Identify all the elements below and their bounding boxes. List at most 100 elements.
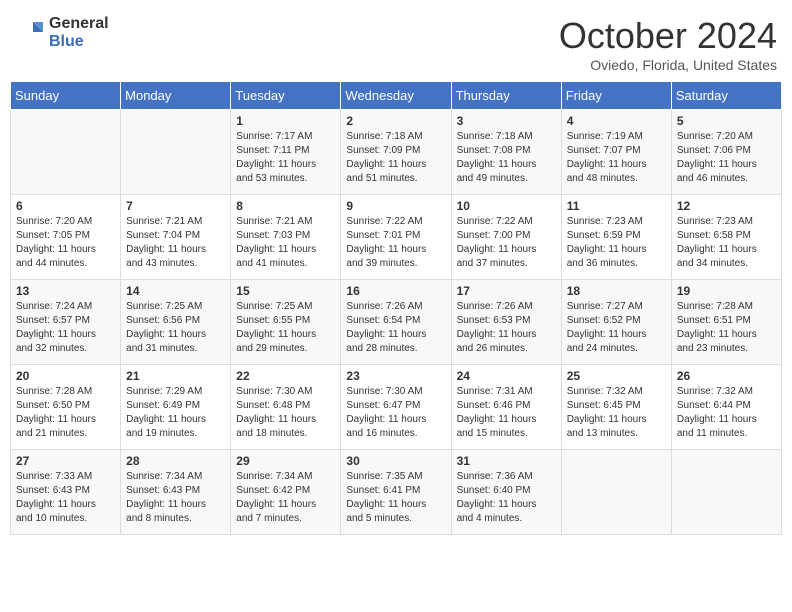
weekday-header: Tuesday [231, 82, 341, 110]
day-info: Sunrise: 7:34 AM Sunset: 6:43 PM Dayligh… [126, 470, 225, 526]
calendar-cell: 23Sunrise: 7:30 AM Sunset: 6:47 PM Dayli… [341, 365, 451, 450]
calendar-cell: 29 Sunrise: 7:34 AM Sunset: 6:42 PM Dayli… [231, 450, 341, 535]
day-info: Sunrise: 7:27 AM Sunset: 6:52 PM Dayligh… [567, 300, 666, 356]
day-number: 19 [677, 284, 776, 298]
weekday-header: Friday [561, 82, 671, 110]
calendar-cell: 9Sunrise: 7:22 AM Sunset: 7:01 PM Daylig… [341, 195, 451, 280]
day-info: Sunrise: 7:33 AM Sunset: 6:43 PM Dayligh… [16, 470, 115, 526]
calendar-cell: 26 Sunrise: 7:32 AM Sunset: 6:44 PM Dayli… [671, 365, 781, 450]
day-info: Sunrise: 7:36 AM Sunset: 6:40 PM Dayligh… [457, 470, 556, 526]
calendar-cell: 3 Sunrise: 7:18 AM Sunset: 7:08 PM Daylig… [451, 110, 561, 195]
day-info: Sunrise: 7:17 AM Sunset: 7:11 PM Dayligh… [236, 130, 335, 186]
day-info: Sunrise: 7:25 AM Sunset: 6:56 PM Dayligh… [126, 300, 225, 356]
calendar-table: SundayMondayTuesdayWednesdayThursdayFrid… [10, 81, 782, 535]
day-number: 28 [126, 454, 225, 468]
day-info: Sunrise: 7:31 AM Sunset: 6:46 PM Dayligh… [457, 385, 556, 441]
calendar-cell: 19 Sunrise: 7:28 AM Sunset: 6:51 PM Dayli… [671, 280, 781, 365]
day-info: Sunrise: 7:26 AM Sunset: 6:54 PM Dayligh… [346, 300, 445, 356]
day-number: 25 [567, 369, 666, 383]
calendar-cell: 31 Sunrise: 7:36 AM Sunset: 6:40 PM Dayli… [451, 450, 561, 535]
calendar-week-row: 27 Sunrise: 7:33 AM Sunset: 6:43 PM Dayli… [11, 450, 782, 535]
calendar-cell: 17 Sunrise: 7:26 AM Sunset: 6:53 PM Dayli… [451, 280, 561, 365]
location: Oviedo, Florida, United States [559, 57, 777, 73]
day-info: Sunrise: 7:35 AM Sunset: 6:41 PM Dayligh… [346, 470, 445, 526]
day-info: Sunrise: 7:18 AM Sunset: 7:09 PM Dayligh… [346, 130, 445, 186]
day-number: 6 [16, 199, 115, 213]
day-number: 11 [567, 199, 666, 213]
calendar-cell: 27 Sunrise: 7:33 AM Sunset: 6:43 PM Dayli… [11, 450, 121, 535]
logo-text: General Blue [49, 15, 109, 50]
day-info: Sunrise: 7:32 AM Sunset: 6:44 PM Dayligh… [677, 385, 776, 441]
day-number: 27 [16, 454, 115, 468]
day-number: 16 [346, 284, 445, 298]
logo-general-text: General [49, 15, 109, 33]
day-info: Sunrise: 7:26 AM Sunset: 6:53 PM Dayligh… [457, 300, 556, 356]
day-info: Sunrise: 7:21 AM Sunset: 7:04 PM Dayligh… [126, 215, 225, 271]
day-number: 29 [236, 454, 335, 468]
day-number: 3 [457, 114, 556, 128]
weekday-header: Wednesday [341, 82, 451, 110]
calendar-cell: 11 Sunrise: 7:23 AM Sunset: 6:59 PM Dayli… [561, 195, 671, 280]
day-info: Sunrise: 7:23 AM Sunset: 6:59 PM Dayligh… [567, 215, 666, 271]
calendar-cell [121, 110, 231, 195]
day-info: Sunrise: 7:20 AM Sunset: 7:06 PM Dayligh… [677, 130, 776, 186]
weekday-header: Saturday [671, 82, 781, 110]
calendar-cell: 28 Sunrise: 7:34 AM Sunset: 6:43 PM Dayli… [121, 450, 231, 535]
calendar-cell: 14Sunrise: 7:25 AM Sunset: 6:56 PM Dayli… [121, 280, 231, 365]
day-number: 13 [16, 284, 115, 298]
calendar-cell: 12Sunrise: 7:23 AM Sunset: 6:58 PM Dayli… [671, 195, 781, 280]
calendar-cell: 25 Sunrise: 7:32 AM Sunset: 6:45 PM Dayli… [561, 365, 671, 450]
calendar-cell: 1Sunrise: 7:17 AM Sunset: 7:11 PM Daylig… [231, 110, 341, 195]
weekday-header: Sunday [11, 82, 121, 110]
day-info: Sunrise: 7:32 AM Sunset: 6:45 PM Dayligh… [567, 385, 666, 441]
calendar-cell [11, 110, 121, 195]
calendar-cell: 21Sunrise: 7:29 AM Sunset: 6:49 PM Dayli… [121, 365, 231, 450]
day-info: Sunrise: 7:25 AM Sunset: 6:55 PM Dayligh… [236, 300, 335, 356]
day-info: Sunrise: 7:24 AM Sunset: 6:57 PM Dayligh… [16, 300, 115, 356]
day-number: 18 [567, 284, 666, 298]
day-number: 8 [236, 199, 335, 213]
weekday-header: Monday [121, 82, 231, 110]
page-header: General Blue October 2024 Oviedo, Florid… [10, 10, 782, 73]
day-info: Sunrise: 7:19 AM Sunset: 7:07 PM Dayligh… [567, 130, 666, 186]
day-number: 4 [567, 114, 666, 128]
day-number: 20 [16, 369, 115, 383]
calendar-cell [561, 450, 671, 535]
day-info: Sunrise: 7:28 AM Sunset: 6:51 PM Dayligh… [677, 300, 776, 356]
calendar-cell: 18 Sunrise: 7:27 AM Sunset: 6:52 PM Dayli… [561, 280, 671, 365]
calendar-cell: 7 Sunrise: 7:21 AM Sunset: 7:04 PM Daylig… [121, 195, 231, 280]
day-info: Sunrise: 7:30 AM Sunset: 6:48 PM Dayligh… [236, 385, 335, 441]
day-info: Sunrise: 7:18 AM Sunset: 7:08 PM Dayligh… [457, 130, 556, 186]
calendar-week-row: 20Sunrise: 7:28 AM Sunset: 6:50 PM Dayli… [11, 365, 782, 450]
calendar-cell: 24 Sunrise: 7:31 AM Sunset: 6:46 PM Dayli… [451, 365, 561, 450]
day-number: 17 [457, 284, 556, 298]
calendar-cell [671, 450, 781, 535]
day-number: 22 [236, 369, 335, 383]
calendar-cell: 16 Sunrise: 7:26 AM Sunset: 6:54 PM Dayli… [341, 280, 451, 365]
day-number: 31 [457, 454, 556, 468]
day-number: 7 [126, 199, 225, 213]
calendar-cell: 5Sunrise: 7:20 AM Sunset: 7:06 PM Daylig… [671, 110, 781, 195]
calendar-cell: 2 Sunrise: 7:18 AM Sunset: 7:09 PM Daylig… [341, 110, 451, 195]
day-info: Sunrise: 7:34 AM Sunset: 6:42 PM Dayligh… [236, 470, 335, 526]
logo-blue-text: Blue [49, 33, 109, 51]
day-info: Sunrise: 7:21 AM Sunset: 7:03 PM Dayligh… [236, 215, 335, 271]
calendar-cell: 6 Sunrise: 7:20 AM Sunset: 7:05 PM Daylig… [11, 195, 121, 280]
day-number: 26 [677, 369, 776, 383]
logo: General Blue [15, 15, 109, 50]
day-info: Sunrise: 7:22 AM Sunset: 7:01 PM Dayligh… [346, 215, 445, 271]
day-number: 2 [346, 114, 445, 128]
day-number: 10 [457, 199, 556, 213]
weekday-header: Thursday [451, 82, 561, 110]
day-number: 12 [677, 199, 776, 213]
day-number: 21 [126, 369, 225, 383]
logo-icon [15, 18, 45, 48]
day-number: 24 [457, 369, 556, 383]
calendar-header-row: SundayMondayTuesdayWednesdayThursdayFrid… [11, 82, 782, 110]
day-info: Sunrise: 7:22 AM Sunset: 7:00 PM Dayligh… [457, 215, 556, 271]
calendar-week-row: 13 Sunrise: 7:24 AM Sunset: 6:57 PM Dayli… [11, 280, 782, 365]
calendar-week-row: 6 Sunrise: 7:20 AM Sunset: 7:05 PM Daylig… [11, 195, 782, 280]
day-info: Sunrise: 7:30 AM Sunset: 6:47 PM Dayligh… [346, 385, 445, 441]
calendar-cell: 15Sunrise: 7:25 AM Sunset: 6:55 PM Dayli… [231, 280, 341, 365]
day-info: Sunrise: 7:20 AM Sunset: 7:05 PM Dayligh… [16, 215, 115, 271]
